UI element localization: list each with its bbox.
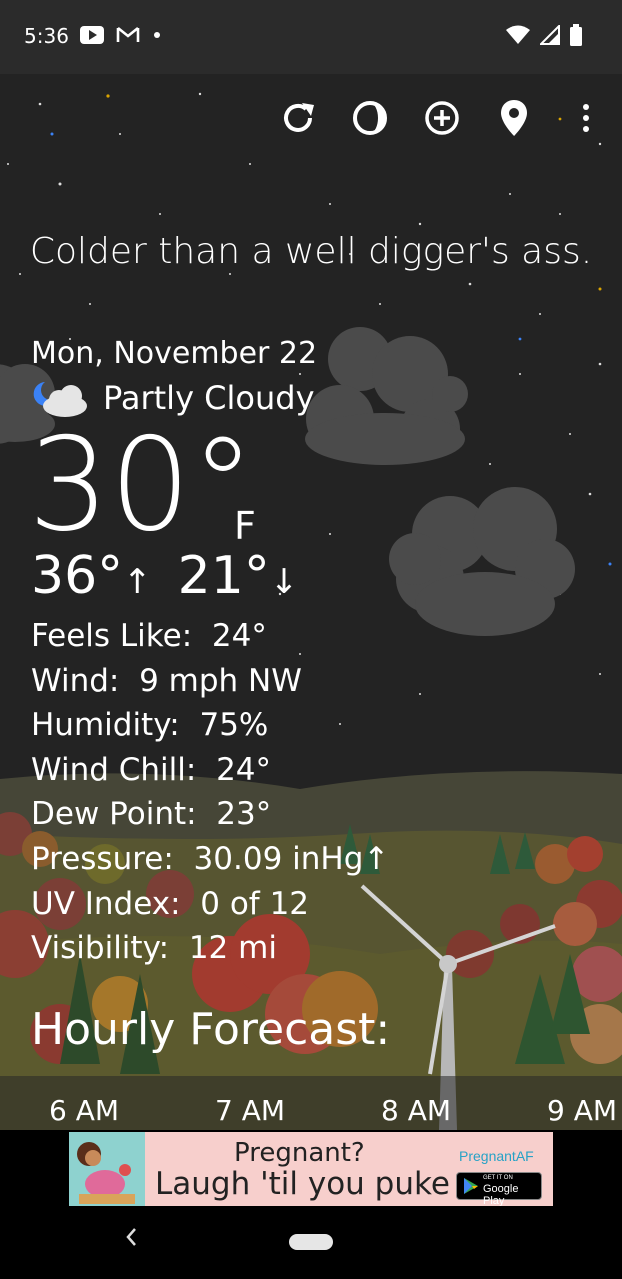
hour-label[interactable]: 9 AM xyxy=(547,1094,617,1127)
status-bar: 5:36 xyxy=(0,0,622,74)
system-icons xyxy=(506,24,582,46)
detail-value: 24° xyxy=(216,751,272,788)
hour-label[interactable]: 6 AM xyxy=(49,1094,119,1127)
ad-title: Pregnant? xyxy=(234,1138,365,1168)
theme-icon xyxy=(353,101,387,135)
detail-value: 23° xyxy=(216,796,272,833)
google-play-label: Google Play xyxy=(483,1183,519,1206)
google-play-badge[interactable]: GET IT ON Google Play xyxy=(456,1172,542,1206)
add-location-icon xyxy=(425,101,459,135)
ad-subtitle: Laugh 'til you puke xyxy=(155,1166,450,1202)
detail-label: Pressure: xyxy=(31,840,174,877)
more-options-button[interactable] xyxy=(550,96,622,140)
detail-uv-index: UV Index: 0 of 12 xyxy=(31,882,389,927)
youtube-icon xyxy=(80,26,104,44)
detail-value: 9 mph NW xyxy=(139,662,302,699)
detail-humidity: Humidity: 75% xyxy=(31,703,389,748)
detail-value: 30.09 inHg↑ xyxy=(193,840,390,877)
detail-label: Dew Point: xyxy=(31,796,197,833)
hour-label[interactable]: 8 AM xyxy=(381,1094,451,1127)
cloud-middle xyxy=(305,327,468,465)
navigation-bar xyxy=(0,1206,622,1279)
google-play-icon xyxy=(464,1178,478,1194)
theme-button[interactable] xyxy=(334,96,406,140)
refresh-button[interactable] xyxy=(262,96,334,140)
detail-label: UV Index: xyxy=(31,885,181,922)
more-vert-icon xyxy=(583,104,589,132)
gmail-icon xyxy=(116,26,140,42)
detail-value: 75% xyxy=(199,707,269,744)
high-arrow-icon: ↑ xyxy=(123,562,152,602)
current-date: Mon, November 22 xyxy=(31,336,318,371)
location-button[interactable] xyxy=(478,96,550,140)
temperature-unit: F xyxy=(234,504,256,548)
back-button[interactable] xyxy=(124,1224,138,1255)
detail-label: Visibility: xyxy=(31,930,170,967)
dot-icon xyxy=(154,32,160,38)
detail-value: 0 of 12 xyxy=(200,885,310,922)
detail-wind: Wind: 9 mph NW xyxy=(31,659,389,704)
signal-icon xyxy=(540,25,560,45)
ad-brand: PregnantAF xyxy=(459,1148,534,1164)
refresh-icon xyxy=(284,103,314,132)
hourly-forecast-strip[interactable]: 6 AM 7 AM 8 AM 9 AM xyxy=(0,1076,622,1130)
high-temp: 36° xyxy=(31,546,124,606)
cloud-right xyxy=(389,487,575,636)
detail-value: 12 mi xyxy=(188,930,277,967)
detail-dew-point: Dew Point: 23° xyxy=(31,792,389,837)
high-low-temps: 36° ↑ 21° ↓ xyxy=(31,550,324,602)
add-location-button[interactable] xyxy=(406,96,478,140)
detail-label: Feels Like: xyxy=(31,618,193,654)
google-play-small-text: GET IT ON xyxy=(483,1175,513,1181)
weather-details: Feels Like: 24° Wind: 9 mph NW Humidity:… xyxy=(31,614,389,971)
notification-icons xyxy=(80,26,162,44)
low-arrow-icon: ↓ xyxy=(269,562,299,602)
detail-label: Wind Chill: xyxy=(31,751,197,788)
detail-visibility: Visibility: 12 mi xyxy=(31,926,389,971)
wifi-icon xyxy=(506,25,530,44)
back-chevron-icon xyxy=(126,1228,136,1246)
ad-illustration xyxy=(69,1132,145,1206)
toolbar xyxy=(262,96,622,140)
ad-banner[interactable]: Pregnant? Laugh 'til you puke PregnantAF… xyxy=(69,1132,553,1206)
current-temperature: 30° xyxy=(28,411,255,560)
detail-label: Wind: xyxy=(31,662,120,699)
ad-illustration-art xyxy=(77,1142,135,1204)
home-button[interactable] xyxy=(289,1234,333,1250)
low-temp: 21° xyxy=(177,546,270,606)
location-pin-icon xyxy=(501,100,527,136)
detail-value: 24° xyxy=(211,618,267,654)
detail-pressure: Pressure: 30.09 inHg↑ xyxy=(31,837,389,882)
hourly-forecast-title: Hourly Forecast: xyxy=(31,1004,391,1055)
battery-icon xyxy=(570,24,582,46)
weather-scene: Colder than a well digger's ass. Mon, No… xyxy=(0,74,622,1130)
status-time: 5:36 xyxy=(24,24,69,48)
detail-label: Humidity: xyxy=(31,707,180,744)
hour-label[interactable]: 7 AM xyxy=(215,1094,285,1127)
detail-wind-chill: Wind Chill: 24° xyxy=(31,748,389,793)
weather-tagline: Colder than a well digger's ass. xyxy=(29,231,593,272)
detail-feels-like: Feels Like: 24° xyxy=(31,614,389,659)
